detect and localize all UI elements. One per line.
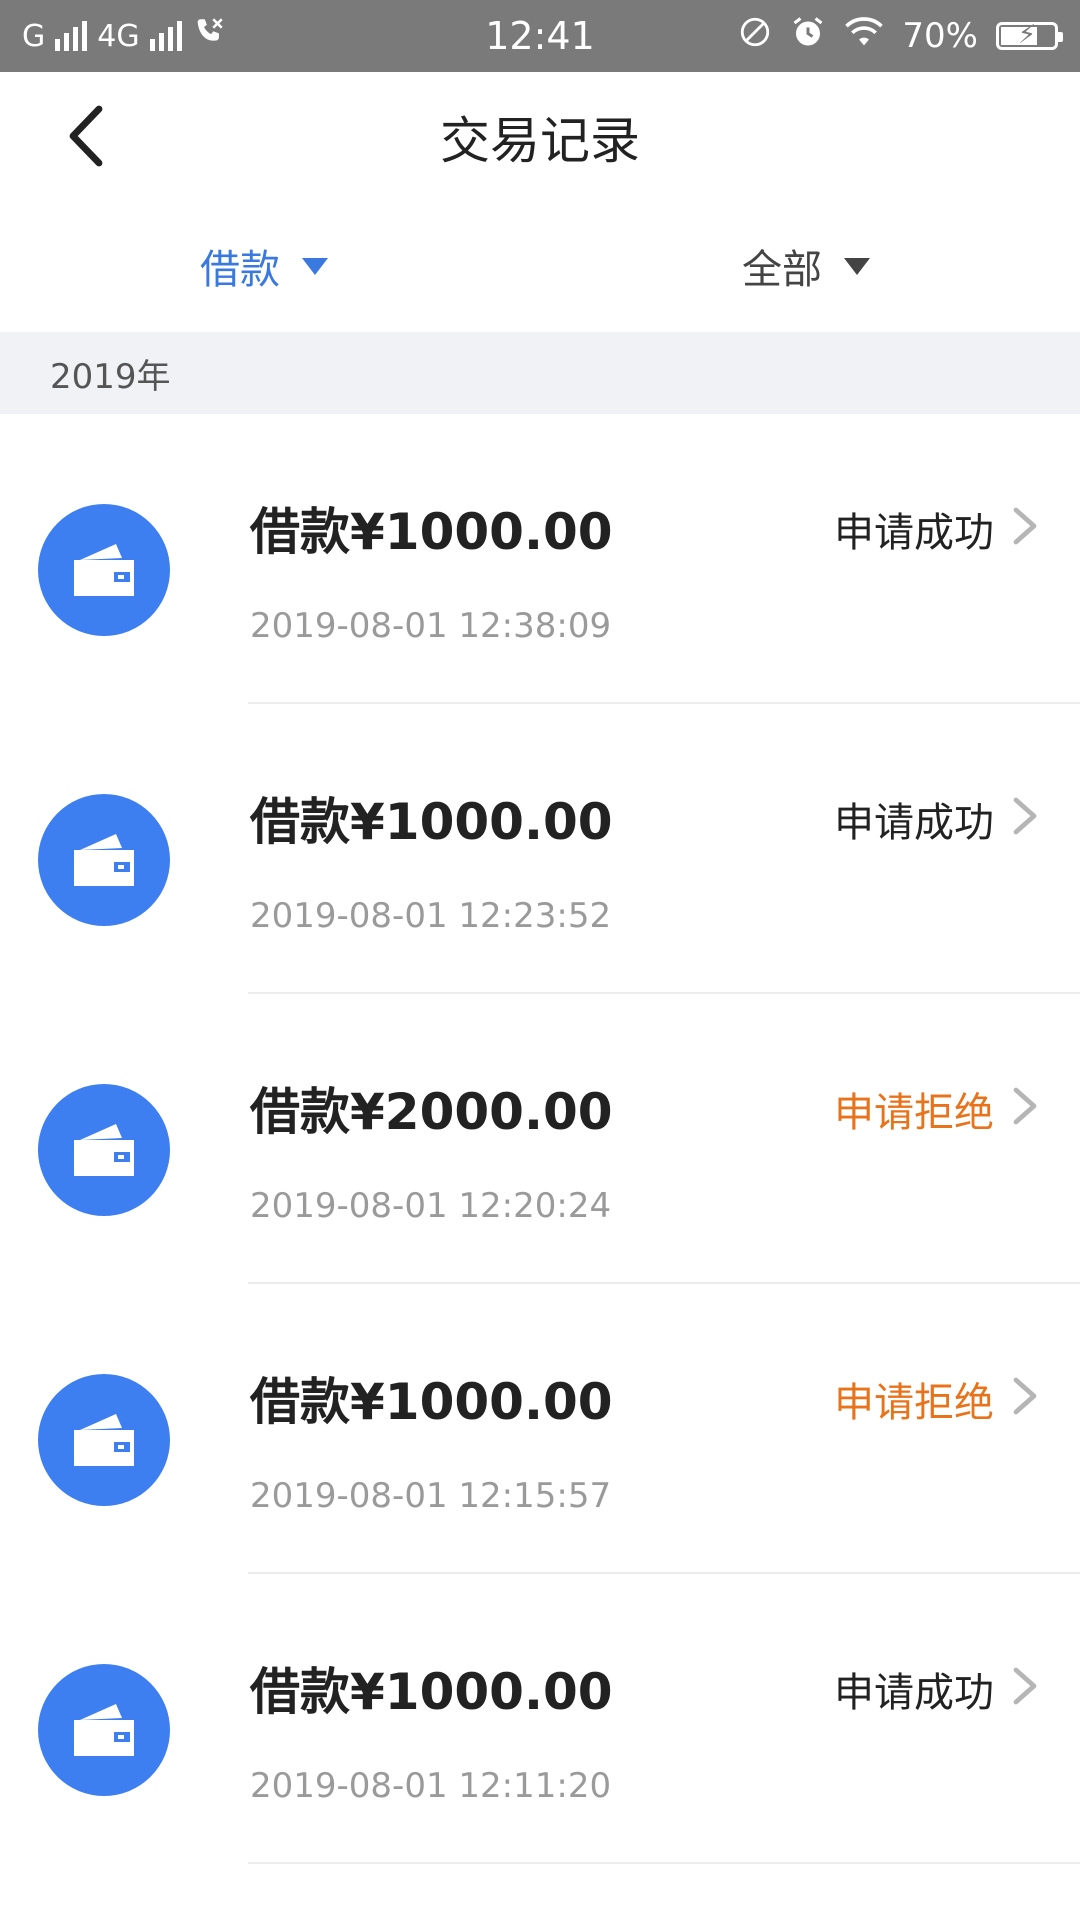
transaction-row[interactable]: 借款¥1000.00 2019-08-01 12:38:09 申请成功	[0, 414, 1080, 704]
chevron-right-icon	[1013, 507, 1037, 545]
year-label: 2019年	[50, 356, 171, 397]
signal-icon-2	[149, 21, 182, 51]
transaction-time: 2019-08-01 12:15:57	[250, 1476, 612, 1516]
status-bar: G 4G 12:41 70% ⚡	[0, 0, 1080, 72]
status-right: 70% ⚡	[738, 0, 1063, 72]
wallet-icon	[38, 1084, 170, 1216]
battery-icon: ⚡	[996, 20, 1063, 50]
charging-icon: ⚡	[1017, 20, 1037, 50]
transaction-amount: 借款¥1000.00	[250, 793, 613, 851]
chevron-right-icon	[1013, 1667, 1037, 1705]
transaction-time: 2019-08-01 12:38:09	[250, 606, 612, 646]
transaction-time: 2019-08-01 12:20:24	[250, 1186, 612, 1226]
wallet-icon	[38, 504, 170, 636]
transaction-status: 申请成功	[834, 1670, 994, 1716]
page-title: 交易记录	[440, 112, 640, 170]
transaction-amount: 借款¥2000.00	[250, 1083, 613, 1141]
call-icon	[192, 15, 226, 57]
transaction-amount: 借款¥1000.00	[250, 1373, 613, 1431]
row-divider	[248, 1862, 1080, 1864]
signal-icon	[55, 21, 88, 51]
triangle-down-icon	[844, 257, 870, 275]
filter-bar: 借款 全部	[0, 202, 1080, 330]
transaction-status: 申请成功	[834, 800, 994, 846]
chevron-right-icon	[1013, 1087, 1037, 1125]
triangle-down-icon	[302, 257, 328, 275]
transaction-amount: 借款¥1000.00	[250, 1663, 613, 1721]
filter-type-label: 借款	[200, 247, 280, 293]
battery-percent: 70%	[902, 16, 978, 56]
alarm-icon	[790, 14, 826, 59]
year-section-header: 2019年	[0, 332, 1080, 414]
app-header: 交易记录	[0, 72, 1080, 202]
transaction-row[interactable]: 借款¥1000.00 2019-08-01 12:15:57 申请拒绝	[0, 1284, 1080, 1574]
transaction-list: 借款¥1000.00 2019-08-01 12:38:09 申请成功 借款¥1…	[0, 414, 1080, 1864]
wallet-icon	[38, 1374, 170, 1506]
transaction-time: 2019-08-01 12:23:52	[250, 896, 612, 936]
transaction-status: 申请拒绝	[834, 1090, 994, 1136]
wallet-icon	[38, 794, 170, 926]
filter-status-label: 全部	[742, 247, 822, 293]
filter-status-dropdown[interactable]: 全部	[742, 202, 870, 330]
status-left: G 4G	[22, 0, 226, 72]
carrier-label: G	[22, 18, 46, 54]
rotation-lock-icon	[738, 15, 772, 58]
wallet-icon	[38, 1664, 170, 1796]
transaction-row[interactable]: 借款¥1000.00 2019-08-01 12:23:52 申请成功	[0, 704, 1080, 994]
transaction-amount: 借款¥1000.00	[250, 503, 613, 561]
transaction-time: 2019-08-01 12:11:20	[250, 1766, 612, 1806]
network-label: 4G	[97, 18, 140, 54]
transaction-status: 申请拒绝	[834, 1380, 994, 1426]
chevron-right-icon	[1013, 797, 1037, 835]
transaction-row[interactable]: 借款¥2000.00 2019-08-01 12:20:24 申请拒绝	[0, 994, 1080, 1284]
transaction-row[interactable]: 借款¥1000.00 2019-08-01 12:11:20 申请成功	[0, 1574, 1080, 1864]
filter-type-dropdown[interactable]: 借款	[200, 202, 328, 330]
transaction-status: 申请成功	[834, 510, 994, 556]
wifi-icon	[844, 15, 884, 58]
chevron-right-icon	[1013, 1377, 1037, 1415]
